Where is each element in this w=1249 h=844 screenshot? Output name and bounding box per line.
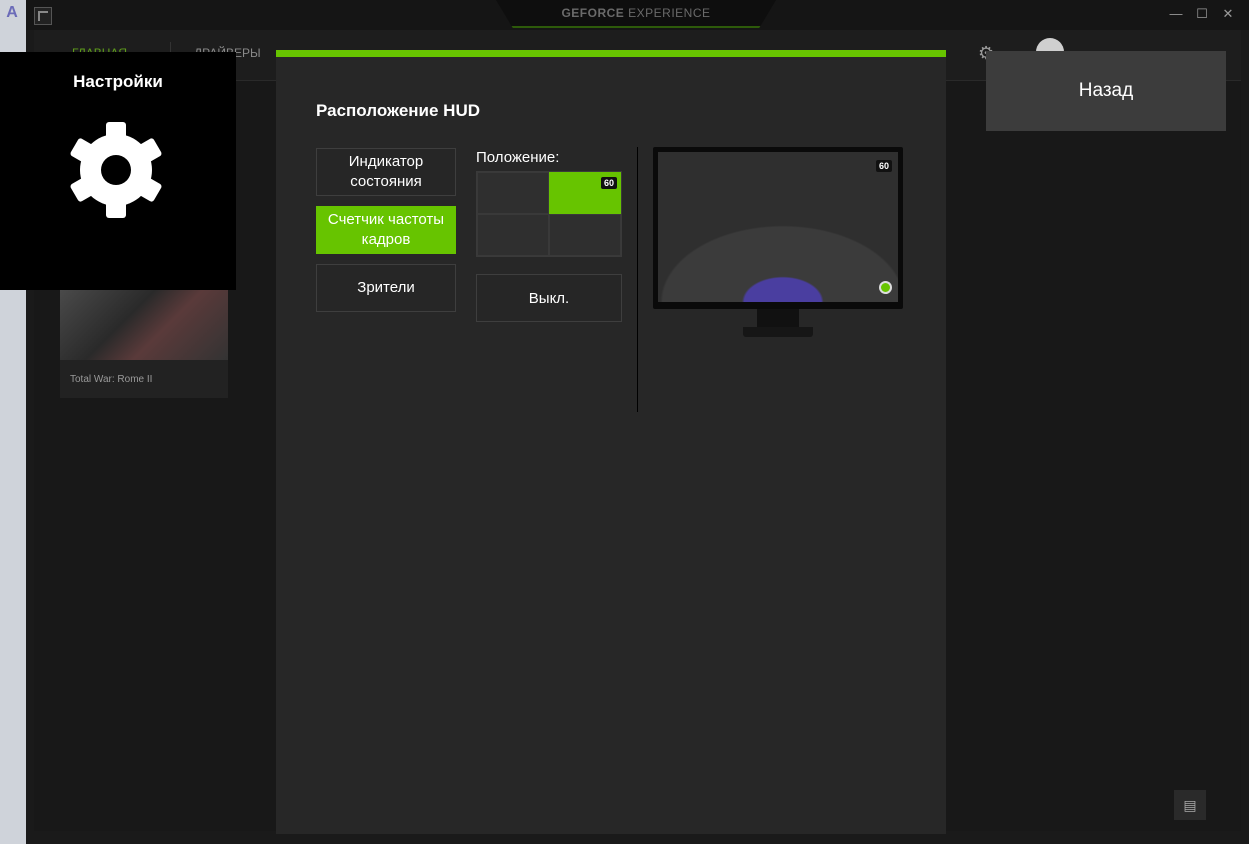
status-indicator-icon bbox=[879, 281, 892, 294]
title-bar: GEFORCE EXPERIENCE — ☐ ✕ bbox=[26, 0, 1249, 30]
game-cover-image bbox=[60, 290, 228, 360]
settings-large-gear-icon bbox=[70, 122, 162, 218]
game-card[interactable]: Total War: Rome II bbox=[60, 290, 228, 398]
option-fps-counter[interactable]: Счетчик частоты кадров bbox=[316, 206, 456, 254]
brand-light: EXPERIENCE bbox=[628, 6, 711, 20]
settings-title: Настройки bbox=[73, 72, 163, 91]
option-label: Счетчик частоты кадров bbox=[327, 211, 445, 248]
monitor-stand-neck bbox=[757, 309, 799, 327]
option-status-indicator[interactable]: Индикатор состояния bbox=[316, 148, 456, 196]
minimize-button[interactable]: — bbox=[1166, 5, 1186, 23]
panel-title: Расположение HUD bbox=[316, 101, 480, 120]
hud-settings-panel: Расположение HUD Индикатор состояния Сче… bbox=[276, 50, 946, 834]
option-label: Индикатор состояния bbox=[348, 153, 424, 190]
close-button[interactable]: ✕ bbox=[1218, 5, 1238, 23]
brand-bold: GEFORCE bbox=[561, 6, 625, 20]
app-brand: GEFORCE EXPERIENCE bbox=[496, 6, 776, 20]
app-logo-icon bbox=[34, 7, 52, 25]
feedback-chat-icon[interactable]: ▤ bbox=[1174, 790, 1206, 820]
settings-sidebar: Настройки bbox=[0, 52, 236, 290]
position-bottom-right[interactable] bbox=[549, 214, 621, 256]
position-bottom-left[interactable] bbox=[477, 214, 549, 256]
position-label: Положение: bbox=[476, 149, 560, 166]
position-off-button[interactable]: Выкл. bbox=[476, 274, 622, 322]
monitor-frame: 60 bbox=[653, 147, 903, 309]
desktop-app-icon[interactable]: A bbox=[0, 4, 24, 24]
game-title: Total War: Rome II bbox=[70, 374, 153, 385]
option-viewers[interactable]: Зрители bbox=[316, 264, 456, 312]
back-label: Назад bbox=[1078, 80, 1134, 101]
monitor-preview: 60 bbox=[653, 147, 903, 347]
preview-fps-badge: 60 bbox=[875, 160, 892, 172]
maximize-button[interactable]: ☐ bbox=[1192, 5, 1212, 23]
monitor-screen: 60 bbox=[658, 152, 898, 302]
off-label: Выкл. bbox=[528, 289, 570, 307]
fps-badge: 60 bbox=[600, 177, 617, 189]
back-button[interactable]: Назад bbox=[986, 51, 1226, 131]
position-grid: 60 bbox=[476, 171, 622, 257]
monitor-stand-base bbox=[743, 327, 813, 337]
option-label: Зрители bbox=[357, 279, 415, 296]
vertical-divider bbox=[637, 147, 638, 412]
position-top-left[interactable] bbox=[477, 172, 549, 214]
position-top-right[interactable]: 60 bbox=[549, 172, 621, 214]
